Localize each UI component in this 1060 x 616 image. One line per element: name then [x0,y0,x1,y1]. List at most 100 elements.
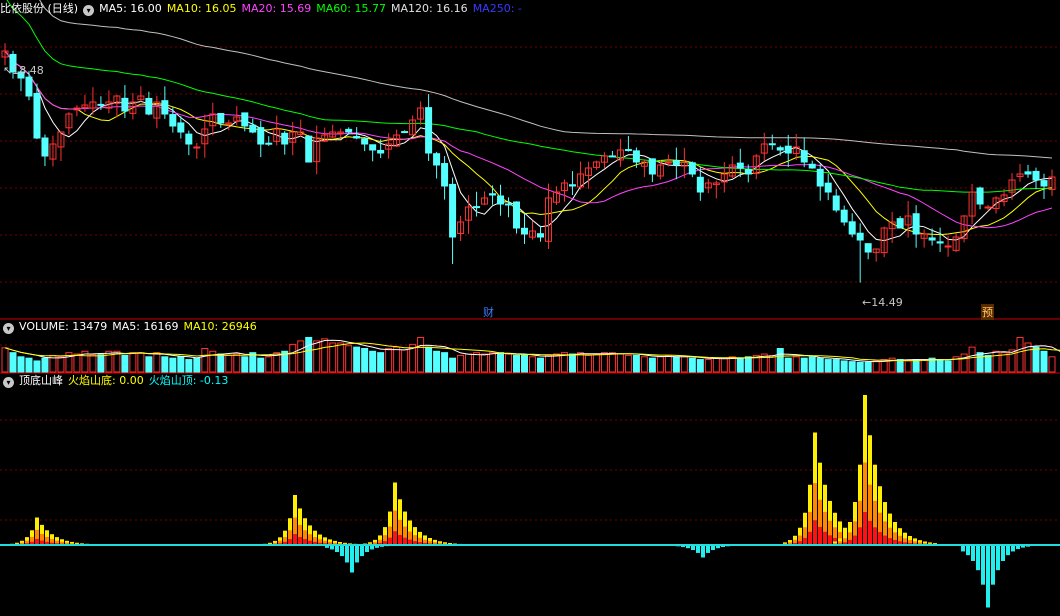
volume-bar [720,357,728,373]
flame-bar [823,531,827,545]
flame-bar [803,537,807,545]
indicator-peaks [10,395,1030,608]
candle-body [776,147,784,151]
volume-bar [832,359,840,373]
candle-body [840,209,848,223]
candle-body [808,163,816,169]
ma20-line [4,50,1053,229]
flame-bar [883,535,887,545]
volume-bar [784,357,792,373]
candle-body [249,124,257,133]
volume-bar [672,356,680,373]
chevron-down-icon[interactable]: ▾ [3,323,14,334]
valley-bar [696,545,700,553]
volume-bar [521,354,529,373]
volume-bar [129,352,137,373]
volume-bar [145,356,153,373]
volume-bar [497,352,505,373]
forecast-event-marker[interactable]: 预 [981,304,994,320]
volume-bar [664,354,672,373]
valley-bar [360,545,364,557]
volume-bar [656,356,664,373]
volume-bar [249,352,257,373]
flame-bar [828,535,832,545]
volume-bar [465,353,473,373]
candle-body [936,241,944,244]
volume-bar [489,352,497,373]
candle-body [800,150,808,163]
candle-body [353,135,361,139]
volume-bar [441,352,449,373]
volume-bar [153,352,161,373]
volume-bar [57,356,65,373]
flame-bar [818,526,822,545]
flame-bar [853,535,857,545]
candle-body [473,206,481,209]
volume-bar [944,360,952,373]
volume-bar [704,359,712,373]
indicator-header: ▾ 顶底山峰 火焰山底: 0.00 火焰山顶: -0.13 [0,373,233,389]
volume-bar [608,352,616,373]
candle-body [816,168,824,187]
main-header: 比依股份 (日线) ▾ MA5: 16.00 MA10: 16.05 MA20: 15.… [0,1,527,17]
volume-bar [600,352,608,373]
volume-bar [161,356,169,373]
volume-bar [201,348,209,373]
volume-bar [169,357,177,373]
volume-bar [568,353,576,373]
candle-body [369,144,377,151]
candle-body [377,149,385,154]
chevron-down-icon[interactable]: ▾ [3,377,14,388]
candle-body [121,97,129,112]
flame-bar [808,531,812,545]
volume-bar [848,361,856,373]
flame-bar [403,537,407,545]
volume-bar [345,345,353,373]
candle-body [161,100,169,115]
candle-body [568,184,576,187]
flame-bar [813,520,817,545]
ma60-value: MA60: 15.77 [316,2,386,15]
candle-body [768,143,776,146]
ma5-value: MA5: 16.00 [99,2,162,15]
volume-bar [576,352,584,373]
volume-bar [433,350,441,373]
candle-body [345,128,353,133]
flame-bar [888,538,892,545]
volume-bar [265,356,273,373]
flame-bar [388,537,392,545]
volume-bar [768,354,776,373]
candle-body [848,221,856,235]
candle-body [169,114,177,127]
stock-title[interactable]: 比依股份 (日线) [0,2,78,15]
candle-body [521,227,529,235]
candle-body [608,155,616,158]
volume-bar [513,354,521,373]
candle-body [624,149,632,152]
valley-bar [701,545,705,558]
chevron-down-icon[interactable]: ▾ [83,5,95,16]
volume-bar [401,349,409,373]
valley-bar [335,545,339,553]
candle-body [648,158,656,175]
candle-body [241,112,249,127]
flame-bar [298,536,302,545]
indicator-top-value: 火焰山顶: -0.13 [148,374,229,387]
flame-bar [398,534,402,545]
volume-bar [792,356,800,373]
candle-body [824,182,832,193]
volume-bar [936,359,944,373]
candle-body [928,237,936,241]
candle-body [944,245,952,248]
volume-bar [1032,346,1040,373]
volume-bar [361,348,369,373]
candle-body [497,195,505,205]
flame-bar [868,520,872,545]
valley-bar [345,545,349,563]
moving-average-lines [4,0,1053,242]
earnings-event-marker[interactable]: 财 [483,304,494,320]
candle-body [177,122,185,133]
volume-bar [473,352,481,373]
candle-body [425,107,433,154]
volume-bar [976,352,984,373]
